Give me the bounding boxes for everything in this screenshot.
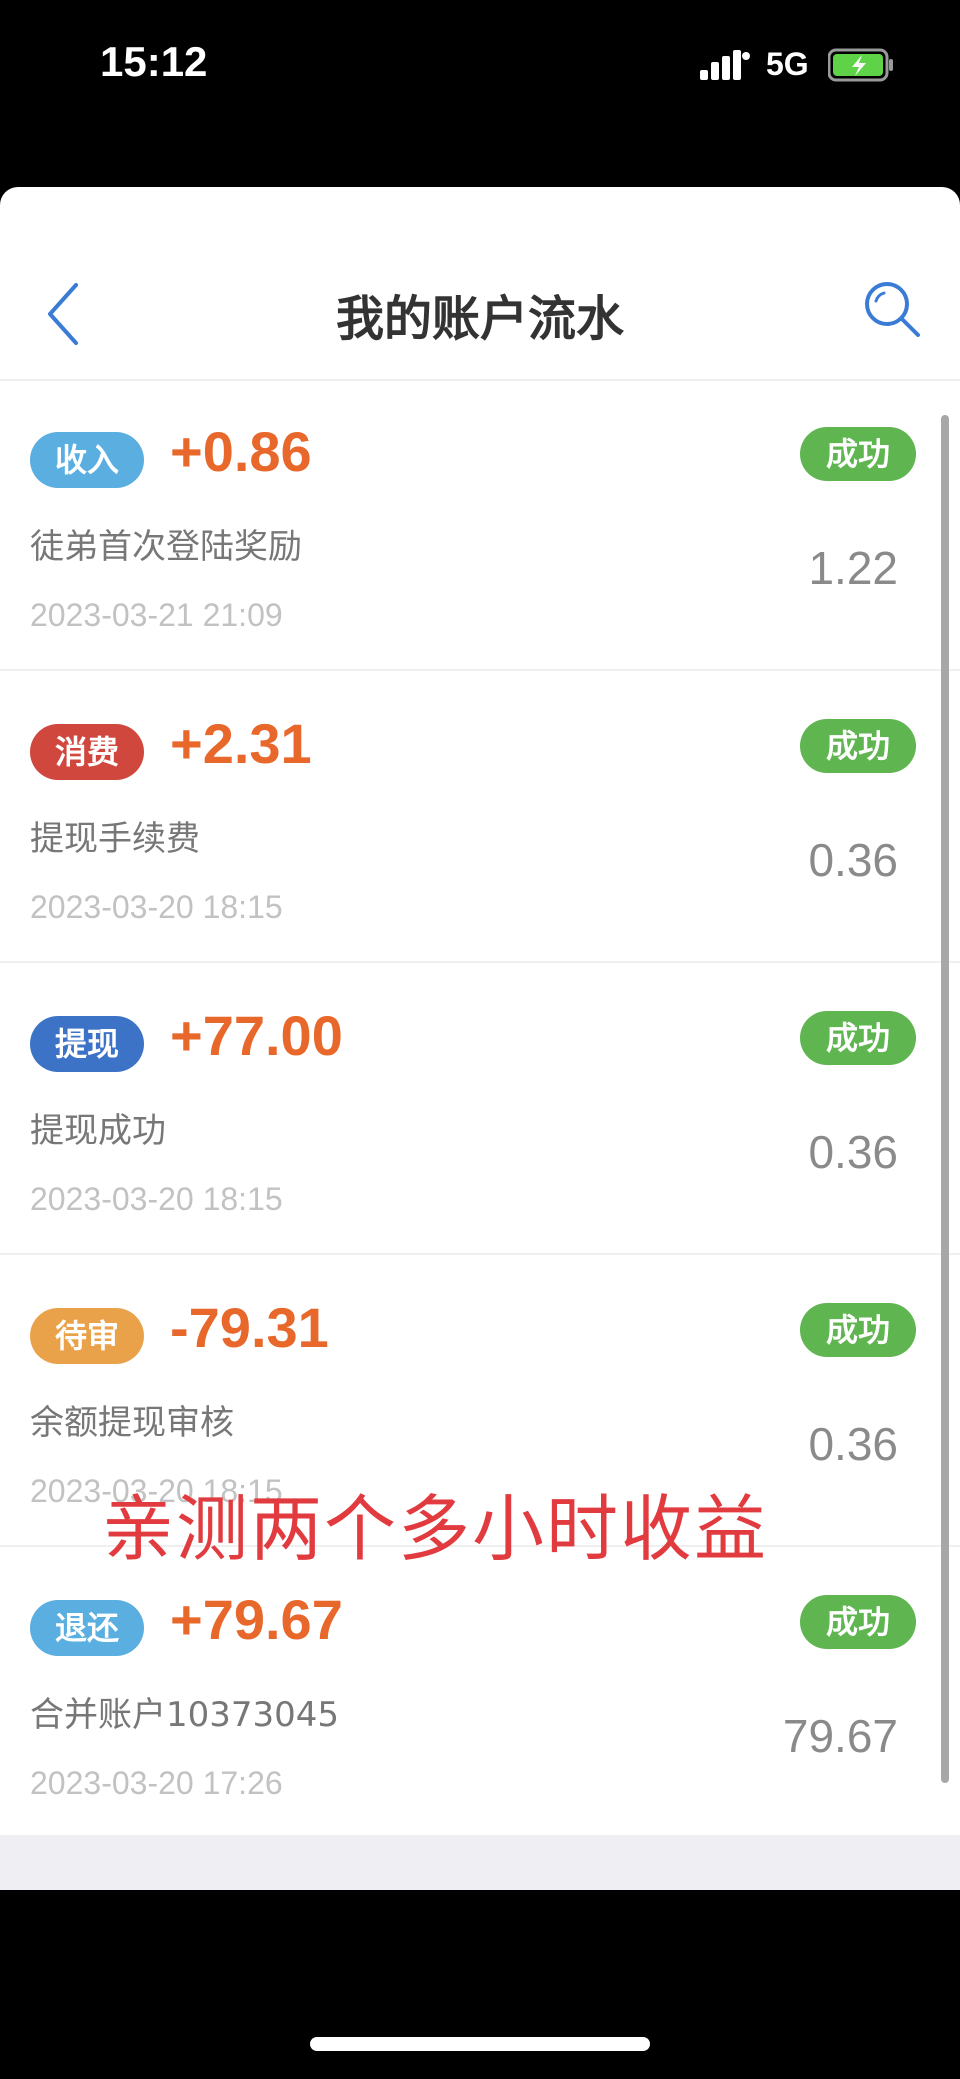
transaction-row[interactable]: 退还 +79.67 成功 合并账户10373045 79.67 2023-03-…	[0, 1547, 960, 1837]
transaction-row[interactable]: 提现 +77.00 成功 提现成功 0.36 2023-03-20 18:15	[0, 963, 960, 1255]
search-icon[interactable]	[862, 279, 924, 341]
balance-text: 0.36	[808, 1126, 898, 1178]
type-badge: 提现	[30, 1016, 144, 1072]
amount-text: +0.86	[170, 420, 312, 483]
amount-text: +79.67	[170, 1588, 343, 1651]
status-time: 15:12	[100, 38, 208, 85]
balance-text: 0.36	[808, 1418, 898, 1470]
status-badge: 成功	[800, 719, 916, 773]
description-text: 徒弟首次登陆奖励	[30, 527, 302, 567]
amount-text: +2.31	[170, 712, 312, 775]
type-badge: 退还	[30, 1600, 144, 1656]
page-title: 我的账户流水	[335, 291, 624, 347]
transaction-row[interactable]: 消费 +2.31 成功 提现手续费 0.36 2023-03-20 18:15	[0, 671, 960, 963]
timestamp-text: 2023-03-20 18:15	[30, 1181, 283, 1217]
signal-icon	[700, 50, 750, 80]
description-text: 提现成功	[30, 1111, 166, 1151]
description-text: 合并账户10373045	[30, 1695, 340, 1735]
balance-text: 1.22	[808, 542, 898, 594]
amount-text: -79.31	[170, 1296, 329, 1359]
type-badge: 待审	[30, 1308, 144, 1364]
scrollbar[interactable]	[941, 415, 949, 1783]
description-text: 提现手续费	[30, 819, 200, 859]
balance-text: 79.67	[782, 1710, 898, 1762]
sheet-footer	[0, 1835, 960, 1890]
status-badge: 成功	[800, 1595, 916, 1649]
network-label: 5G	[766, 46, 809, 82]
nav-bar: 我的账户流水	[0, 187, 960, 381]
home-indicator[interactable]	[310, 2037, 650, 2051]
transaction-row[interactable]: 收入 +0.86 成功 徒弟首次登陆奖励 1.22 2023-03-21 21:…	[0, 379, 960, 671]
amount-text: +77.00	[170, 1004, 343, 1067]
type-badge: 消费	[30, 724, 144, 780]
status-bar: 15:12 5G	[0, 0, 960, 130]
account-statement-sheet: 我的账户流水 收入 +0.86 成功 徒弟首次登陆奖励 1.22 2023-03…	[0, 187, 960, 1890]
status-badge: 成功	[800, 1011, 916, 1065]
timestamp-text: 2023-03-21 21:09	[30, 597, 283, 633]
description-text: 余额提现审核	[30, 1403, 234, 1443]
status-badge: 成功	[800, 1303, 916, 1357]
transaction-list: 收入 +0.86 成功 徒弟首次登陆奖励 1.22 2023-03-21 21:…	[0, 379, 960, 1837]
timestamp-text: 2023-03-20 18:15	[30, 889, 283, 925]
timestamp-text: 2023-03-20 17:26	[30, 1765, 283, 1801]
battery-charging-icon	[828, 48, 893, 82]
status-badge: 成功	[800, 427, 916, 481]
overlay-caption: 亲测两个多小时收益	[102, 1487, 769, 1571]
balance-text: 0.36	[808, 834, 898, 886]
type-badge: 收入	[30, 432, 144, 488]
